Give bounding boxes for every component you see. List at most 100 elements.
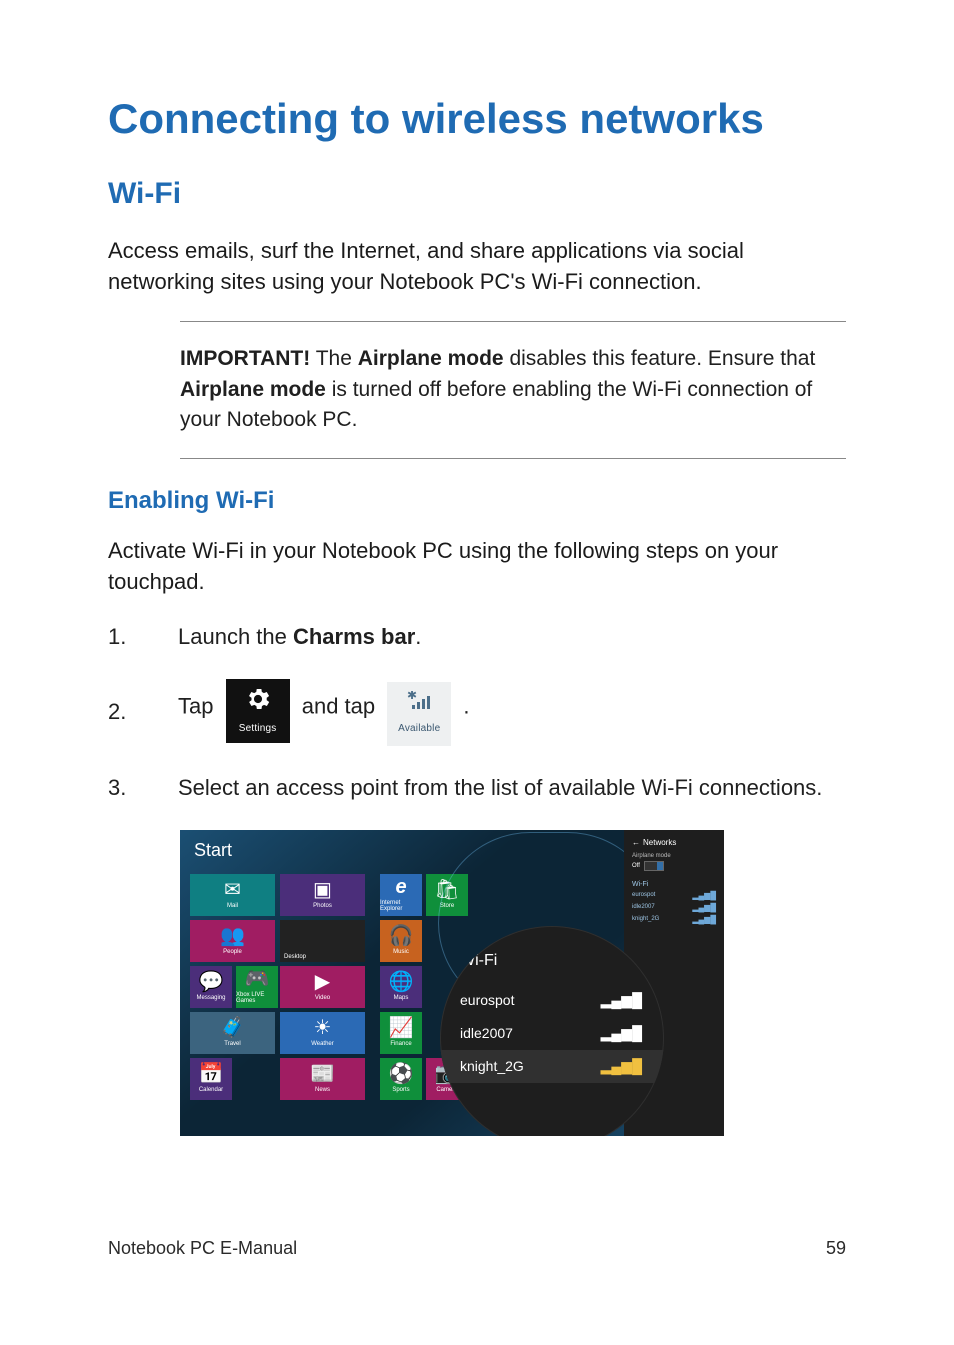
tile-desktop[interactable]: Desktop (280, 920, 365, 962)
tile-messaging[interactable]: 💬 Messaging (190, 966, 232, 1008)
tile-travel[interactable]: 🧳 Travel (190, 1012, 275, 1054)
people-icon: 👥 (220, 926, 245, 946)
tile-calendar-label: Calendar (199, 1087, 223, 1093)
news-icon: 📰 (310, 1064, 335, 1084)
note-label: IMPORTANT! (180, 347, 310, 370)
tile-finance[interactable]: 📈Finance (380, 1012, 422, 1054)
step-1: 1. Launch the Charms bar. (108, 621, 846, 653)
page-footer: Notebook PC E-Manual 59 (108, 1238, 846, 1259)
tile-sports[interactable]: ⚽ Sports (380, 1058, 422, 1100)
network-item[interactable]: knight_2G ▂▄▆█ (632, 915, 716, 924)
available-network-label: Available (398, 722, 440, 737)
tile-store[interactable]: 🛍 Store (426, 874, 468, 916)
note-term-1: Airplane mode (358, 347, 504, 370)
wifi-network-row[interactable]: knight_2G ▂▄▆█ (440, 1050, 664, 1083)
gear-icon (244, 685, 272, 718)
step-2-post: . (463, 693, 469, 718)
tile-music[interactable]: 🎧Music (380, 920, 422, 962)
video-icon: ▶ (315, 972, 330, 992)
signal-bars-icon: ▂▄▆█ (601, 1058, 642, 1075)
network-item-label: knight_2G (632, 916, 659, 922)
tile-mail[interactable]: ✉ Mail (190, 874, 275, 916)
step-3-number: 3. (108, 772, 130, 804)
tile-travel-label: Travel (224, 1041, 240, 1047)
step-2: 2. Tap Settings and tap ✱ (108, 679, 846, 746)
signal-bars-icon: ▂▄▆█ (692, 915, 716, 924)
intro-paragraph: Access emails, surf the Internet, and sh… (108, 235, 846, 297)
photos-icon: ▣ (313, 880, 332, 900)
messaging-icon: 💬 (199, 972, 224, 992)
tile-music-label: Music (393, 949, 409, 955)
wifi-network-name: eurospot (460, 992, 514, 1008)
tile-games-label: Xbox LIVE Games (236, 992, 278, 1004)
tile-sports-label: Sports (392, 1087, 409, 1093)
maps-icon: 🌐 (389, 972, 414, 992)
step-2-pre: Tap (178, 693, 220, 718)
wifi-network-row[interactable]: idle2007 ▂▄▆█ (440, 1017, 664, 1050)
tile-people[interactable]: 👥People (190, 920, 275, 962)
tile-video-label: Video (315, 995, 330, 1001)
signal-bars-icon: ▂▄▆█ (601, 1025, 642, 1042)
tile-news-label: News (315, 1087, 330, 1093)
calendar-icon: 📅 (199, 1064, 224, 1084)
tile-messaging-label: Messaging (196, 995, 225, 1001)
settings-charm-tile[interactable]: Settings (226, 679, 290, 743)
networks-wifi-section: Wi-Fi (632, 881, 716, 888)
tile-store-label: Store (440, 903, 454, 909)
step-3-text: Select an access point from the list of … (178, 772, 846, 804)
wifi-network-name: knight_2G (460, 1058, 524, 1074)
signal-bars-icon: ▂▄▆█ (692, 891, 716, 900)
store-icon: 🛍 (434, 880, 459, 900)
network-item-label: idle2007 (632, 904, 655, 910)
step-1-number: 1. (108, 621, 130, 653)
airplane-mode-label: Airplane mode (632, 853, 716, 859)
network-item[interactable]: idle2007▂▄▆█ (632, 903, 716, 912)
note-text-1: The (310, 347, 357, 370)
networks-panel-title: ←Networks (632, 838, 716, 847)
start-screen-label: Start (194, 840, 232, 861)
step-3: 3. Select an access point from the list … (108, 772, 846, 804)
weather-icon: ☀ (314, 1018, 332, 1038)
tile-photos-label: Photos (313, 903, 332, 909)
tile-ie[interactable]: e Internet Explorer (380, 874, 422, 916)
sports-icon: ⚽ (389, 1064, 414, 1084)
svg-text:✱: ✱ (407, 691, 417, 702)
tile-weather-label: Weather (311, 1041, 334, 1047)
wifi-signal-icon: ✱ (404, 690, 434, 718)
signal-bars-icon: ▂▄▆█ (601, 992, 642, 1009)
tile-games[interactable]: 🎮 Xbox LIVE Games (236, 966, 278, 1008)
tile-finance-label: Finance (390, 1041, 411, 1047)
page-title: Connecting to wireless networks (108, 95, 846, 143)
section-heading-enabling: Enabling Wi-Fi (108, 487, 846, 515)
step-1-bold: Charms bar (293, 624, 415, 649)
ie-icon: e (395, 877, 406, 897)
wifi-network-row[interactable]: eurospot ▂▄▆█ (440, 984, 664, 1017)
tile-calendar[interactable]: 📅 Calendar (190, 1058, 232, 1100)
tile-ie-label: Internet Explorer (380, 900, 422, 912)
section-heading-wifi: Wi-Fi (108, 177, 846, 211)
travel-icon: 🧳 (220, 1018, 245, 1038)
games-icon: 🎮 (245, 969, 270, 989)
note-text-2: disables this feature. Ensure that (504, 347, 816, 370)
tile-news[interactable]: 📰 News (280, 1058, 365, 1100)
settings-charm-label: Settings (239, 722, 277, 737)
tile-weather[interactable]: ☀ Weather (280, 1012, 365, 1054)
airplane-mode-row: Off (632, 861, 716, 871)
step-2-mid: and tap (302, 693, 382, 718)
tile-video[interactable]: ▶ Video (280, 966, 365, 1008)
enabling-intro: Activate Wi-Fi in your Notebook PC using… (108, 535, 846, 597)
screenshot-figure: Start ✉ Mail ▣ Photos e Internet Explorer 🛍… (180, 830, 724, 1136)
mail-icon: ✉ (224, 880, 241, 900)
tile-photos[interactable]: ▣ Photos (280, 874, 365, 916)
available-network-tile[interactable]: ✱ Available (387, 682, 451, 746)
note-term-2: Airplane mode (180, 378, 326, 401)
airplane-mode-toggle[interactable] (644, 861, 664, 871)
step-1-post: . (415, 624, 421, 649)
airplane-mode-state: Off (632, 863, 640, 869)
back-arrow-icon[interactable]: ← (632, 838, 640, 847)
network-item[interactable]: eurospot▂▄▆█ (632, 891, 716, 900)
important-note: IMPORTANT! The Airplane mode disables th… (180, 321, 846, 458)
tile-mail-label: Mail (227, 903, 238, 909)
tile-maps[interactable]: 🌐Maps (380, 966, 422, 1008)
wifi-network-name: idle2007 (460, 1025, 513, 1041)
